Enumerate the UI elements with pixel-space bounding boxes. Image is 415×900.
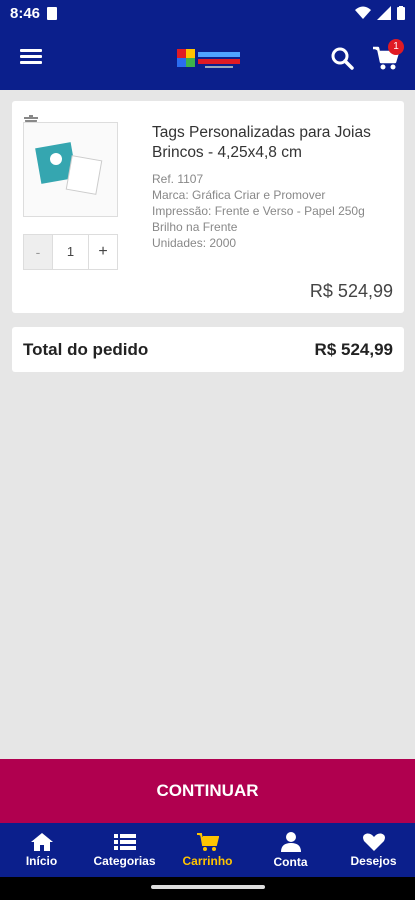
gesture-handle[interactable] xyxy=(151,885,265,889)
nav-label: Carrinho xyxy=(182,853,233,868)
product-brand: Marca: Gráfica Criar e Promover xyxy=(152,188,326,202)
search-icon[interactable] xyxy=(330,46,354,70)
cart-count-badge: 1 xyxy=(388,39,404,55)
order-total-label: Total do pedido xyxy=(23,340,149,359)
status-icons xyxy=(355,6,405,20)
nav-label: Categorias xyxy=(93,853,156,868)
status-time: 8:46 xyxy=(10,5,41,22)
continue-button[interactable]: CONTINUAR xyxy=(0,759,415,823)
decrease-qty-button[interactable]: - xyxy=(24,235,52,269)
nav-label: Desejos xyxy=(350,853,397,868)
home-icon xyxy=(30,832,53,851)
nav-label: Início xyxy=(25,853,58,868)
product-units: Unidades: 2000 xyxy=(152,236,237,250)
nav-item-conta[interactable]: Conta xyxy=(249,823,332,877)
heart-icon xyxy=(362,832,385,851)
nav-item-carrinho[interactable]: Carrinho xyxy=(166,823,249,877)
battery-icon xyxy=(397,6,405,20)
item-price: R$ 524,99 xyxy=(309,281,393,301)
product-thumbnail[interactable] xyxy=(23,122,118,217)
product-print: Impressão: Frente e Verso - Papel 250g B… xyxy=(152,204,365,234)
wifi-icon xyxy=(355,6,371,19)
cart-icon xyxy=(196,832,219,851)
product-ref: Ref. 1107 xyxy=(152,172,204,186)
nav-item-inicio[interactable]: Início xyxy=(0,823,83,877)
list-icon xyxy=(113,833,136,850)
store-logo[interactable] xyxy=(175,45,243,73)
nav-item-categorias[interactable]: Categorias xyxy=(83,823,166,877)
user-icon xyxy=(280,831,301,852)
cart-item-card: - 1 + Tags Personalizadas para Joias Bri… xyxy=(12,101,404,313)
sim-icon xyxy=(47,7,57,20)
quantity-stepper: - 1 + xyxy=(23,234,118,270)
product-title[interactable]: Tags Personalizadas para Joias Brincos -… xyxy=(152,123,397,163)
bottom-nav: Início Categorias Carrinho Conta Desejos xyxy=(0,823,415,877)
status-bar: 8:46 xyxy=(0,0,415,28)
nav-label: Conta xyxy=(273,854,308,869)
increase-qty-button[interactable]: + xyxy=(89,235,117,269)
product-meta: Ref. 1107 Marca: Gráfica Criar e Promove… xyxy=(152,171,397,251)
quantity-value: 1 xyxy=(52,235,89,269)
nav-item-desejos[interactable]: Desejos xyxy=(332,823,415,877)
order-total-value: R$ 524,99 xyxy=(314,340,393,359)
signal-icon xyxy=(377,6,391,20)
app-bar: 1 xyxy=(0,28,415,90)
menu-icon[interactable] xyxy=(20,46,44,70)
order-total-card: Total do pedido R$ 524,99 xyxy=(12,327,404,372)
system-navigation-bar xyxy=(0,877,415,900)
